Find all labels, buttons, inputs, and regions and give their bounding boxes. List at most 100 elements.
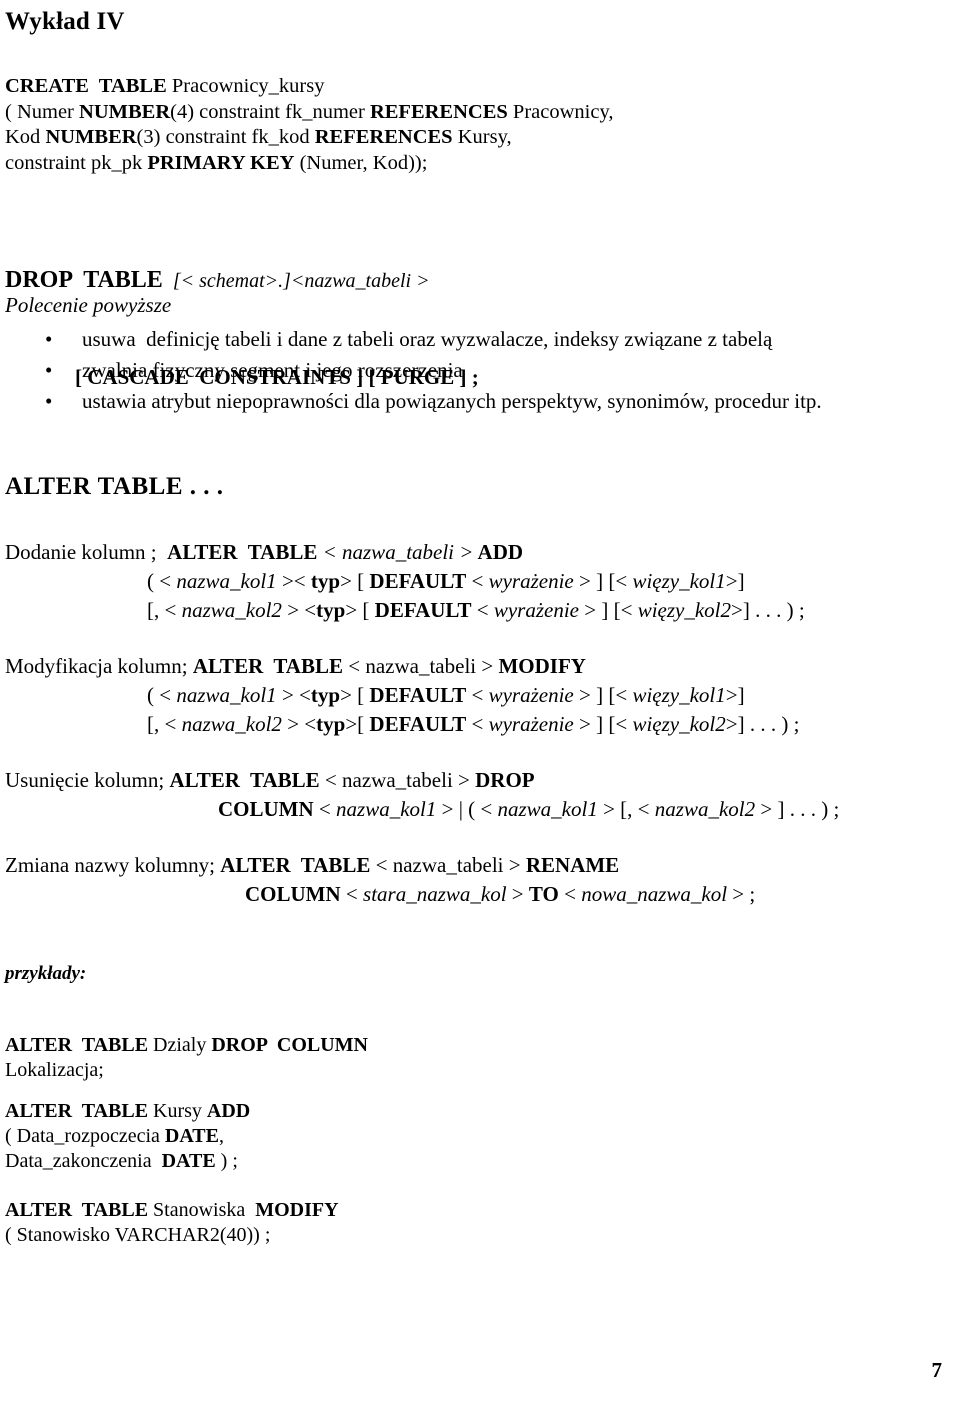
alter-modify-run: więzy_kol1 — [632, 683, 726, 707]
alter-add-run: [, < — [147, 598, 182, 622]
alter-drop-continuation: COLUMN < nazwa_kol1 > | ( < nazwa_kol1 >… — [5, 795, 839, 824]
example-run: Dzialy — [148, 1034, 212, 1056]
alter-add-run: więzy_kol2 — [637, 598, 732, 622]
create-table-run: (3) constraint fk_kod — [136, 126, 315, 148]
page-title: Wykład IV — [5, 8, 125, 35]
alter-stanowiska-modify: ALTER TABLE Stanowiska MODIFY( Stanowisk… — [5, 1198, 339, 1248]
alter-add-run: >] . . . ) ; — [731, 598, 805, 622]
alter-rename-run: nowa_nazwa_kol — [581, 882, 728, 906]
example-run: DROP COLUMN — [211, 1034, 369, 1056]
alter-rename-run: RENAME — [525, 853, 620, 877]
alter-rename-run: < — [558, 882, 582, 906]
example-run: ALTER TABLE — [5, 1100, 149, 1122]
create-table-run: constraint pk_pk — [5, 151, 148, 174]
example-run: ALTER TABLE — [5, 1199, 149, 1221]
create-table-run: NUMBER — [79, 100, 171, 123]
alter-modify-run: DEFAULT — [369, 712, 467, 736]
alter-modify-run: > < — [281, 712, 317, 736]
create-table-line: Kod NUMBER(3) constraint fk_kod REFERENC… — [5, 125, 614, 151]
alter-modify-run: >] . . . ) ; — [725, 712, 800, 736]
alter-modify-run: < — [466, 712, 489, 736]
alter-rename-run: COLUMN — [245, 882, 341, 906]
examples-label: przykłady: — [5, 963, 87, 984]
alter-add-run: DEFAULT — [374, 598, 472, 622]
alter-add-continuation: ( < nazwa_kol1 >< typ> [ DEFAULT < wyraż… — [5, 567, 805, 596]
example-line: ALTER TABLE Dzialy DROP COLUMN — [5, 1033, 368, 1058]
drop-table-keyword: DROP TABLE — [5, 267, 163, 293]
alter-dzialy-drop-column: ALTER TABLE Dzialy DROP COLUMN Lokalizacj… — [5, 1033, 368, 1083]
alter-modify-continuation: ( < nazwa_kol1 > <typ> [ DEFAULT < wyraż… — [5, 681, 799, 710]
example-line: ( Data_rozpoczecia DATE, — [5, 1124, 250, 1149]
alter-modify-run: typ — [310, 683, 341, 707]
create-table-run: CREATE TABLE — [5, 75, 172, 97]
drop-table-params: [< schemat>.]<nazwa_tabeli > — [162, 270, 430, 292]
alter-modify-run: >] — [725, 683, 745, 707]
alter-modify-run: > ] [< — [573, 712, 633, 736]
alter-drop-run: > [, < — [597, 797, 655, 821]
alter-rename-run: ALTER TABLE — [220, 853, 371, 877]
alter-rename-continuation: COLUMN < stara_nazwa_kol > TO < nowa_naz… — [5, 880, 755, 909]
example-run: Kursy — [148, 1100, 207, 1122]
example-run: ( Data_rozpoczecia — [5, 1125, 165, 1147]
alter-modify-run: nazwa_kol2 — [181, 712, 282, 736]
alter-add-continuation: [, < nazwa_kol2 > <typ> [ DEFAULT < wyra… — [5, 596, 805, 625]
example-run: ADD — [206, 1100, 251, 1122]
create-table-line: constraint pk_pk PRIMARY KEY (Numer, Kod… — [5, 151, 614, 177]
alter-add-run: ( < — [147, 569, 177, 593]
example-run: Lokalizacja; — [5, 1059, 104, 1081]
bullet-icon: • — [45, 327, 53, 351]
alter-add-run: ADD — [473, 540, 524, 564]
alter-drop-syntax: Usunięcie kolumn; ALTER TABLE < nazwa_ta… — [5, 766, 839, 824]
example-run: DATE — [161, 1150, 216, 1172]
alter-add-run: > [ — [340, 569, 370, 593]
alter-rename-syntax: Zmiana nazwy kolumny; ALTER TABLE < nazw… — [5, 851, 755, 909]
document-page: Wykład IV CREATE TABLE Pracownicy_kursy(… — [0, 0, 960, 1405]
example-run: , — [219, 1125, 224, 1147]
alter-rename-run: > — [506, 882, 529, 906]
create-table-run: ( Numer — [5, 100, 80, 123]
alter-drop-run: DROP — [475, 768, 535, 792]
alter-add-run: Dodanie kolumn ; — [5, 540, 168, 564]
alter-rename-run: Zmiana nazwy kolumny; — [5, 853, 221, 877]
alter-add-run: > ] [< — [573, 569, 633, 593]
alter-add-run: typ — [316, 598, 346, 622]
create-table-line: CREATE TABLE Pracownicy_kursy — [5, 74, 614, 100]
example-line: Lokalizacja; — [5, 1058, 368, 1083]
alter-modify-run: > < — [276, 683, 311, 707]
create-table-run: REFERENCES — [314, 126, 453, 148]
alter-modify-head: Modyfikacja kolumn; ALTER TABLE < nazwa_… — [5, 652, 799, 681]
alter-drop-head: Usunięcie kolumn; ALTER TABLE < nazwa_ta… — [5, 766, 839, 795]
alter-kursy-add: ALTER TABLE Kursy ADD( Data_rozpoczecia … — [5, 1099, 250, 1174]
alter-modify-run: DEFAULT — [369, 683, 467, 707]
alter-modify-run: ( < — [147, 683, 177, 707]
alter-drop-run: nazwa_kol1 — [497, 797, 598, 821]
alter-modify-run: > ] [< — [573, 683, 633, 707]
create-table-statement: CREATE TABLE Pracownicy_kursy( Numer NUM… — [5, 74, 614, 176]
alter-modify-continuation: [, < nazwa_kol2 > <typ>[ DEFAULT < wyraż… — [5, 710, 799, 739]
alter-add-run: nazwa_kol2 — [181, 598, 282, 622]
alter-table-heading: ALTER TABLE . . . — [5, 473, 224, 500]
alter-rename-run: TO — [528, 882, 559, 906]
alter-rename-head: Zmiana nazwy kolumny; ALTER TABLE < nazw… — [5, 851, 755, 880]
create-table-run: (4) constraint fk_numer — [170, 100, 370, 123]
list-item-label: zwalnia fizyczny segment i jego rozszerz… — [82, 358, 463, 382]
list-item-label: usuwa definicję tabeli i dane z tabeli o… — [82, 327, 773, 351]
example-line: ALTER TABLE Stanowiska MODIFY — [5, 1198, 339, 1223]
example-line: ( Stanowisko VARCHAR2(40)) ; — [5, 1223, 339, 1248]
alter-drop-run: > | ( < — [436, 797, 498, 821]
alter-add-run: wyrażenie — [488, 569, 574, 593]
alter-drop-run: ALTER TABLE — [169, 768, 320, 792]
alter-modify-run: < nazwa_tabeli > — [343, 654, 499, 678]
alter-add-run: > < — [281, 598, 317, 622]
alter-drop-run: COLUMN — [218, 797, 314, 821]
alter-add-run: ALTER TABLE — [167, 540, 318, 564]
alter-drop-run: < — [313, 797, 337, 821]
alter-add-run: DEFAULT — [369, 569, 467, 593]
create-table-run: Kursy, — [452, 126, 512, 148]
alter-drop-run: Usunięcie kolumn; — [5, 768, 170, 792]
create-table-run: Kod — [5, 126, 46, 148]
example-run: DATE — [164, 1125, 219, 1147]
alter-add-run: więzy_kol1 — [632, 569, 726, 593]
alter-drop-run: > ] . . . ) ; — [755, 797, 840, 821]
alter-drop-run: nazwa_kol2 — [654, 797, 756, 821]
